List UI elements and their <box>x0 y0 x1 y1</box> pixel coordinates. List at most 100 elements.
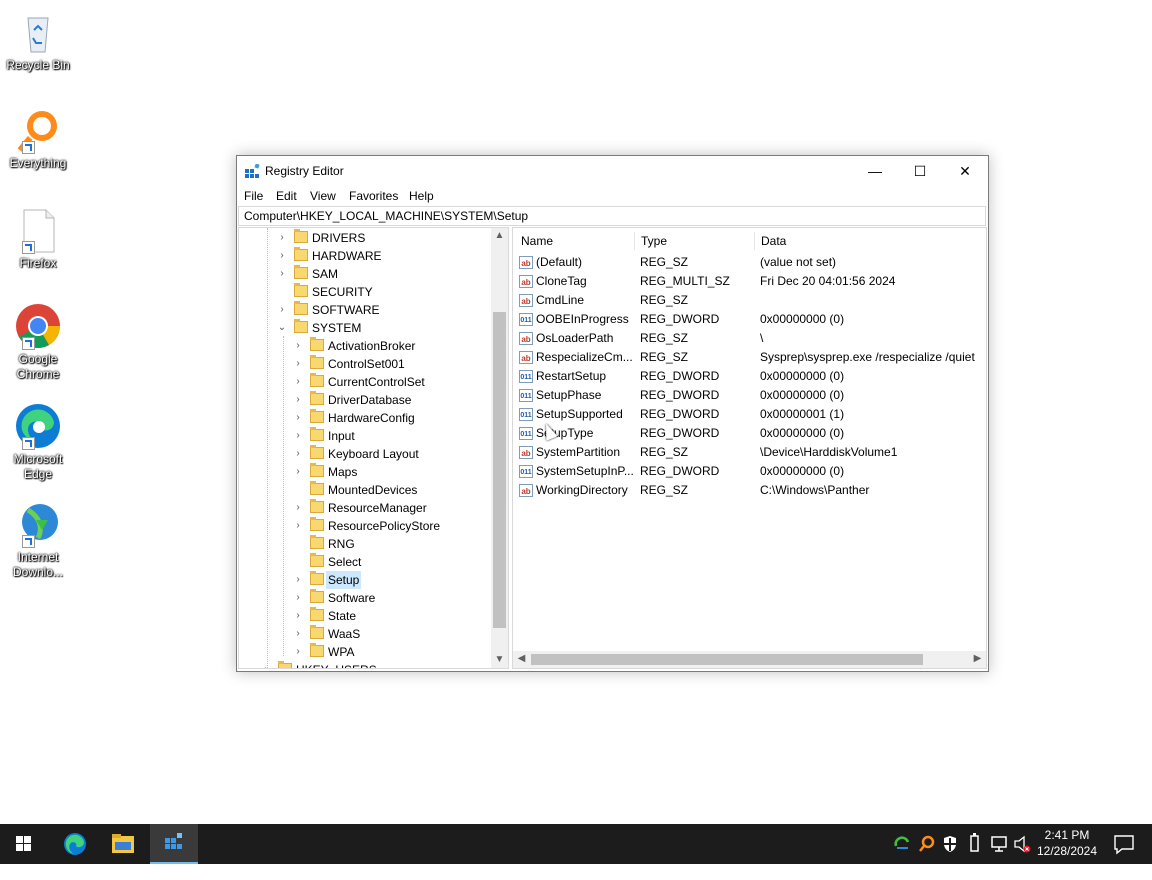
scroll-down-arrow-icon[interactable]: ▼ <box>491 654 508 665</box>
column-header-type[interactable]: Type <box>641 234 667 248</box>
chevron-right-icon[interactable]: › <box>276 265 288 283</box>
tree-item-sam[interactable]: › SAM <box>239 265 493 283</box>
tray-usb-drive-icon[interactable] <box>964 824 984 864</box>
tree-item-keyboard-layout[interactable]: › Keyboard Layout <box>239 445 493 463</box>
action-center-button[interactable] <box>1104 824 1144 864</box>
maximize-button[interactable]: ☐ <box>897 156 943 186</box>
taskbar-clock[interactable]: 2:41 PM 12/28/2024 <box>1030 827 1104 859</box>
chevron-right-icon[interactable]: › <box>276 301 288 319</box>
tree-item-wpa[interactable]: › WPA <box>239 643 493 661</box>
chevron-right-icon[interactable]: › <box>292 571 304 589</box>
menu-view[interactable]: View <box>310 189 336 203</box>
tree-vertical-scrollbar[interactable]: ▲ ▼ <box>491 228 508 668</box>
chevron-right-icon[interactable]: › <box>276 229 288 247</box>
tree-item-input[interactable]: › Input <box>239 427 493 445</box>
chevron-right-icon[interactable]: › <box>292 607 304 625</box>
tree-item-driverdatabase[interactable]: › DriverDatabase <box>239 391 493 409</box>
value-row[interactable]: ab RespecializeCm... REG_SZ Sysprep\sysprep… <box>513 348 975 367</box>
desktop-icon-google-chrome[interactable]: Google Chrome <box>4 302 72 382</box>
address-bar[interactable]: Computer\HKEY_LOCAL_MACHINE\SYSTEM\Setup <box>238 206 986 226</box>
column-header-name[interactable]: Name <box>521 234 553 248</box>
tree-item-security[interactable]: SECURITY <box>239 283 493 301</box>
chevron-right-icon[interactable]: › <box>292 463 304 481</box>
taskbar-edge-button[interactable] <box>51 824 99 864</box>
chevron-down-icon[interactable]: ⌄ <box>276 319 288 337</box>
column-separator[interactable] <box>754 232 755 250</box>
column-header-data[interactable]: Data <box>761 234 786 248</box>
scroll-thumb[interactable] <box>531 654 923 665</box>
scroll-up-arrow-icon[interactable]: ▲ <box>491 230 508 241</box>
value-row[interactable]: 011 SetupType REG_DWORD 0x00000000 (0) <box>513 424 973 443</box>
tree-item-setup[interactable]: › Setup <box>239 571 493 589</box>
value-row[interactable]: ab CloneTag REG_MULTI_SZ Fri Dec 20 04:01:5… <box>513 272 973 291</box>
tray-everything-icon[interactable] <box>916 824 936 864</box>
tree-item-activationbroker[interactable]: › ActivationBroker <box>239 337 493 355</box>
chevron-right-icon[interactable]: › <box>292 391 304 409</box>
value-row[interactable]: ab (Default) REG_SZ (value not set) <box>513 253 973 272</box>
chevron-right-icon[interactable]: › <box>292 409 304 427</box>
chevron-right-icon[interactable]: › <box>260 661 272 668</box>
tree-item-select[interactable]: Select <box>239 553 493 571</box>
scroll-left-arrow-icon[interactable]: ◀ <box>513 653 530 664</box>
tree-item-hardware[interactable]: › HARDWARE <box>239 247 493 265</box>
tree-item-waas[interactable]: › WaaS <box>239 625 493 643</box>
menu-edit[interactable]: Edit <box>276 189 297 203</box>
values-pane[interactable]: Name Type Data ◀ ▶ ab (Default) REG_SZ (val… <box>512 227 987 669</box>
value-row[interactable]: ab SystemPartition REG_SZ \Device\HarddiskV… <box>513 443 973 462</box>
tray-network-icon[interactable] <box>988 824 1010 864</box>
desktop-icon-firefox[interactable]: Firefox <box>4 206 72 271</box>
scroll-right-arrow-icon[interactable]: ▶ <box>969 653 986 664</box>
start-button[interactable] <box>0 824 48 864</box>
chevron-right-icon[interactable]: › <box>292 355 304 373</box>
tree-item-hardwareconfig[interactable]: › HardwareConfig <box>239 409 493 427</box>
menu-file[interactable]: File <box>244 189 263 203</box>
tree-item-mounteddevices[interactable]: MountedDevices <box>239 481 493 499</box>
tree-item-hkey-users[interactable]: › HKEY_USERS <box>239 661 493 668</box>
tree-item-maps[interactable]: › Maps <box>239 463 493 481</box>
close-button[interactable]: ✕ <box>942 156 988 186</box>
value-row[interactable]: 011 SetupSupported REG_DWORD 0x00000001 (1) <box>513 405 973 424</box>
value-row[interactable]: 011 SystemSetupInP... REG_DWORD 0x00000000 … <box>513 462 973 481</box>
key-tree-pane[interactable]: ›HKEY_USERS›WPA›WaaS›State›Software›Setu… <box>238 227 509 669</box>
scroll-thumb[interactable] <box>493 312 506 628</box>
desktop-icon-everything[interactable]: Everything <box>4 106 72 171</box>
values-horizontal-scrollbar[interactable]: ◀ ▶ <box>513 651 986 668</box>
tree-item-resourcemanager[interactable]: › ResourceManager <box>239 499 493 517</box>
value-row[interactable]: ab OsLoaderPath REG_SZ \ <box>513 329 973 348</box>
tray-network-sync-icon[interactable] <box>892 824 912 864</box>
tree-item-system[interactable]: ⌄ SYSTEM <box>239 319 493 337</box>
taskbar-registry-editor-button[interactable] <box>150 824 198 864</box>
tree-item-currentcontrolset[interactable]: › CurrentControlSet <box>239 373 493 391</box>
column-separator[interactable] <box>634 232 635 250</box>
tree-item-controlset001[interactable]: › ControlSet001 <box>239 355 493 373</box>
minimize-button[interactable]: — <box>852 156 898 186</box>
desktop-icon-microsoft-edge[interactable]: Microsoft Edge <box>4 402 72 482</box>
chevron-right-icon[interactable]: › <box>276 247 288 265</box>
tray-security-shield-icon[interactable] <box>940 824 960 864</box>
tray-volume-muted-icon[interactable] <box>1012 824 1032 864</box>
value-row[interactable]: 011 RestartSetup REG_DWORD 0x00000000 (0) <box>513 367 973 386</box>
tree-item-drivers[interactable]: › DRIVERS <box>239 229 493 247</box>
desktop-icon-internet-download-manager[interactable]: Internet Downlo... <box>4 500 72 580</box>
value-row[interactable]: 011 OOBEInProgress REG_DWORD 0x00000000 (0) <box>513 310 973 329</box>
value-row[interactable]: 011 SetupPhase REG_DWORD 0x00000000 (0) <box>513 386 973 405</box>
chevron-right-icon[interactable]: › <box>292 643 304 661</box>
tree-item-software[interactable]: › Software <box>239 589 493 607</box>
tree-item-rng[interactable]: RNG <box>239 535 493 553</box>
desktop-icon-recycle-bin[interactable]: Recycle Bin <box>4 8 72 73</box>
chevron-right-icon[interactable]: › <box>292 445 304 463</box>
tree-item-software[interactable]: › SOFTWARE <box>239 301 493 319</box>
tree-item-resourcepolicystore[interactable]: › ResourcePolicyStore <box>239 517 493 535</box>
chevron-right-icon[interactable]: › <box>292 373 304 391</box>
value-row[interactable]: ab CmdLine REG_SZ <box>513 291 973 310</box>
chevron-right-icon[interactable]: › <box>292 589 304 607</box>
chevron-right-icon[interactable]: › <box>292 517 304 535</box>
tree-item-state[interactable]: › State <box>239 607 493 625</box>
menu-help[interactable]: Help <box>409 189 434 203</box>
taskbar-file-explorer-button[interactable] <box>99 824 147 864</box>
chevron-right-icon[interactable]: › <box>292 499 304 517</box>
menu-favorites[interactable]: Favorites <box>349 189 398 203</box>
value-row[interactable]: ab WorkingDirectory REG_SZ C:\Windows\Panth… <box>513 481 973 500</box>
chevron-right-icon[interactable]: › <box>292 625 304 643</box>
chevron-right-icon[interactable]: › <box>292 337 304 355</box>
